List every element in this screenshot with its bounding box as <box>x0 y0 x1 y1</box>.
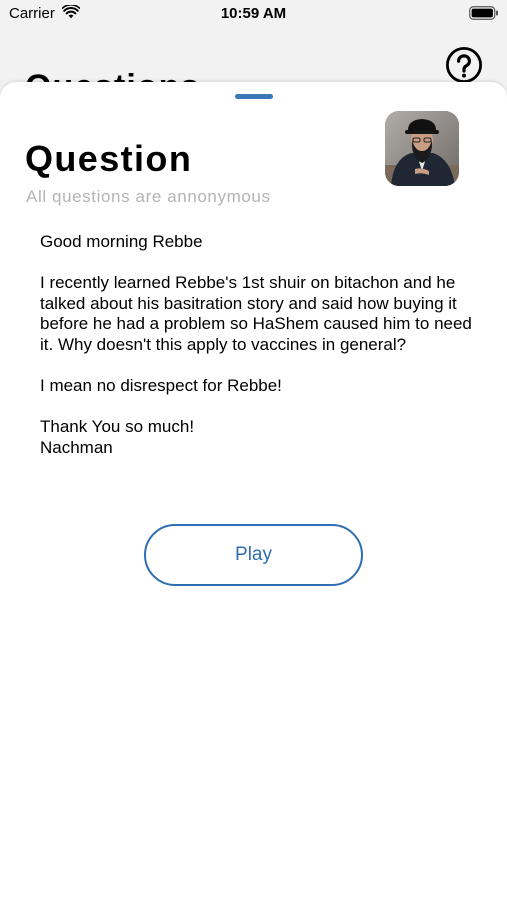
question-signature: Nachman <box>40 437 113 457</box>
question-sheet: Question All questions are annonymous Go… <box>0 82 507 900</box>
battery-icon <box>469 6 498 20</box>
question-text: Good morning Rebbe I recently learned Re… <box>40 232 480 459</box>
rabbi-avatar <box>385 111 459 186</box>
status-bar: Carrier 10:59 AM <box>0 0 507 30</box>
play-button[interactable]: Play <box>144 524 363 586</box>
rabbi-photo <box>385 111 459 186</box>
anonymous-subtitle: All questions are annonymous <box>26 187 271 206</box>
question-closing: Thank You so much! <box>40 417 195 437</box>
question-paragraph: I recently learned Rebbe's 1st shuir on … <box>40 273 472 354</box>
question-paragraph: I mean no disrespect for Rebbe! <box>40 376 282 396</box>
question-greeting: Good morning Rebbe <box>40 232 203 251</box>
question-circle-icon[interactable] <box>445 46 483 84</box>
sheet-grabber-handle[interactable] <box>235 94 273 99</box>
status-time: 10:59 AM <box>220 5 287 22</box>
page-title: Question <box>25 138 193 179</box>
